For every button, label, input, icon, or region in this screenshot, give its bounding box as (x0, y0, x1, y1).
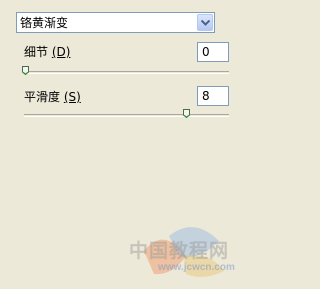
smoothness-slider-thumb[interactable] (183, 109, 190, 118)
detail-slider-track[interactable] (24, 71, 229, 74)
filter-select[interactable]: 铬黄渐变 (16, 12, 215, 33)
detail-slider-thumb[interactable] (22, 66, 29, 75)
filter-select-value: 铬黄渐变 (20, 16, 69, 30)
detail-input[interactable]: 0 (197, 42, 229, 62)
watermark-text: 中国教程网 (129, 240, 230, 262)
chevron-down-icon[interactable] (197, 14, 213, 31)
smoothness-input[interactable]: 8 (197, 86, 229, 106)
smoothness-slider-track[interactable] (24, 114, 229, 117)
smoothness-label: 平滑度 (S) (24, 90, 81, 104)
detail-label: 细节 (D) (24, 45, 71, 59)
filter-options-panel: 铬黄渐变 细节 (D) 0 平滑度 (S) 8 中国教程网 www.jcwcn.… (0, 0, 251, 289)
watermark-url: www.jcwcn.com (158, 262, 235, 273)
